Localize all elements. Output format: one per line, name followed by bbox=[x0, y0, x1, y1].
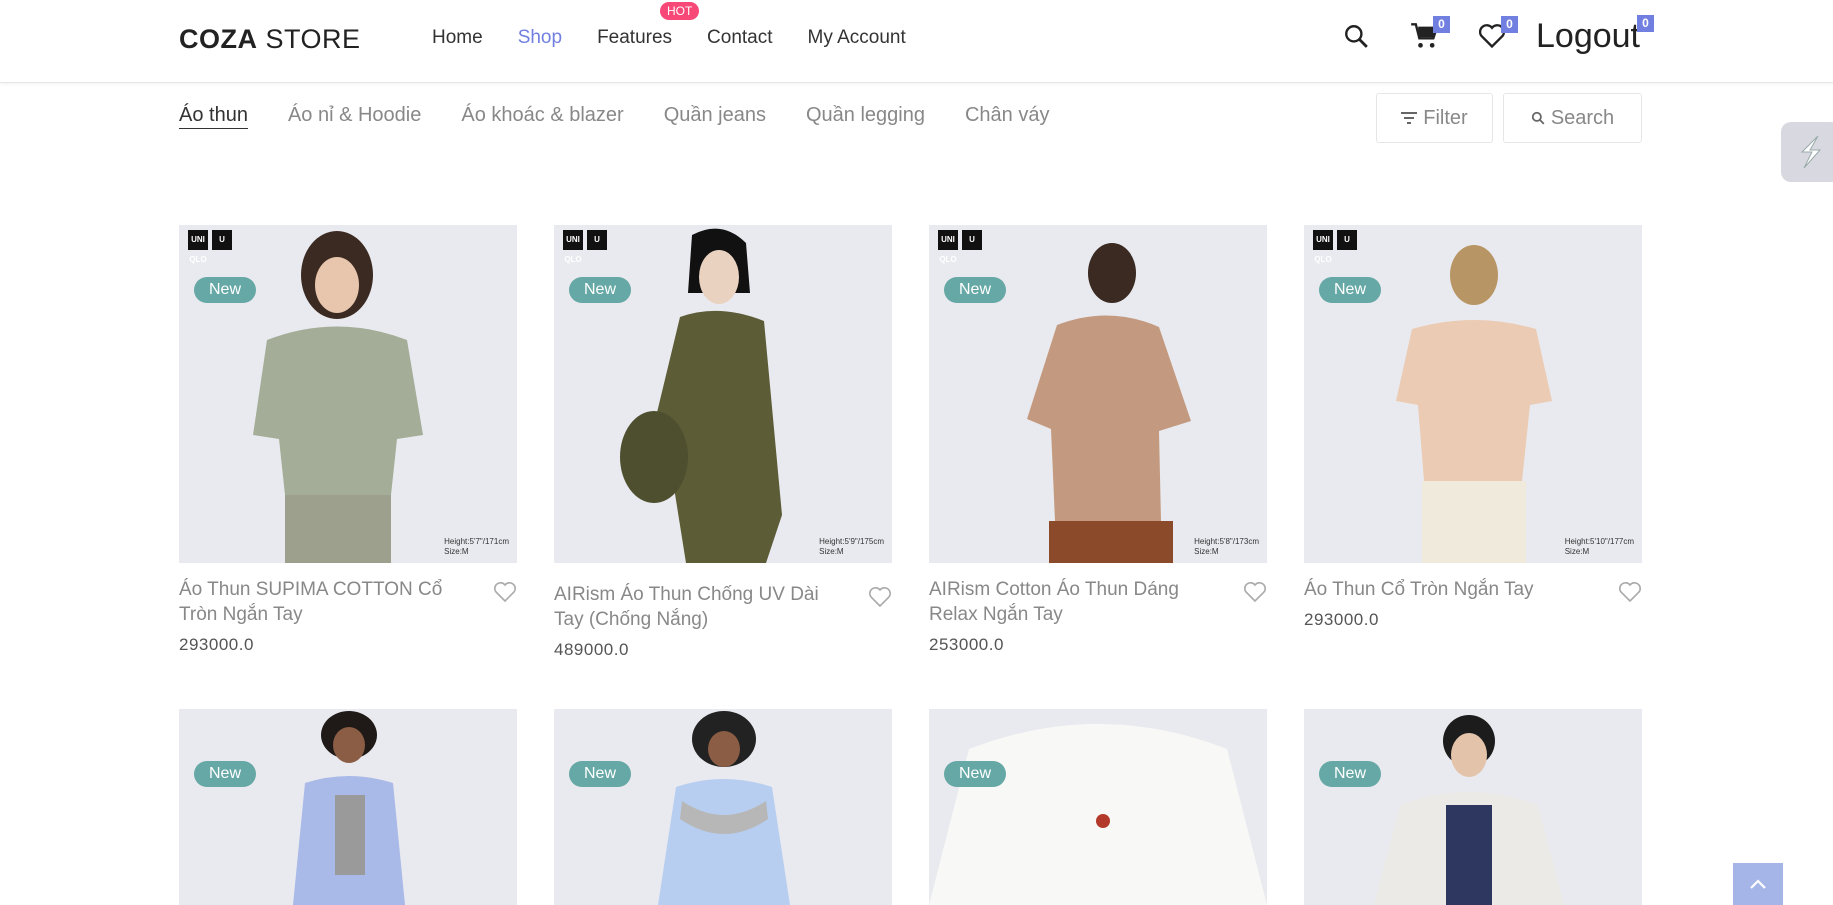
new-badge: New bbox=[194, 277, 257, 303]
heart-icon[interactable] bbox=[493, 581, 517, 603]
new-badge: New bbox=[944, 277, 1007, 303]
heart-icon[interactable] bbox=[1243, 581, 1267, 603]
new-badge: New bbox=[1319, 277, 1382, 303]
model-figure bbox=[1027, 243, 1191, 563]
product-image[interactable]: UNI QLO U New Height:5'10"/177cm Size:M bbox=[1304, 225, 1642, 563]
brand-logo: UNI QLO U bbox=[188, 230, 232, 264]
product-card[interactable]: New bbox=[179, 709, 517, 905]
tab-chan-vay[interactable]: Chân váy bbox=[965, 104, 1050, 129]
model-figure bbox=[293, 711, 405, 905]
search-toggle-button[interactable]: Search bbox=[1503, 93, 1642, 143]
model-figure bbox=[1374, 715, 1564, 905]
new-badge: New bbox=[194, 761, 257, 787]
model-figure bbox=[253, 231, 423, 563]
header-icons: 0 0 Logout 0 bbox=[1322, 14, 1654, 56]
model-info: Height:5'8"/173cm Size:M bbox=[1194, 537, 1259, 556]
hot-badge: HOT bbox=[660, 2, 700, 20]
brand-logo: UNI QLO U bbox=[938, 230, 982, 264]
tab-ao-thun[interactable]: Áo thun bbox=[179, 104, 248, 129]
logout-link[interactable]: Logout 0 bbox=[1536, 14, 1654, 56]
nav-my-account[interactable]: My Account bbox=[808, 27, 906, 49]
cart-button[interactable]: 0 bbox=[1390, 16, 1458, 56]
product-name[interactable]: Áo Thun Cổ Tròn Ngắn Tay bbox=[1304, 577, 1642, 603]
cart-count: 0 bbox=[1433, 16, 1450, 33]
search-icon bbox=[1531, 111, 1545, 125]
product-price: 293000.0 bbox=[179, 635, 254, 654]
product-image[interactable]: New bbox=[1304, 709, 1642, 905]
new-badge: New bbox=[944, 761, 1007, 787]
model-figure bbox=[1396, 245, 1552, 563]
tab-quan-legging[interactable]: Quần legging bbox=[806, 104, 925, 129]
product-image[interactable]: New bbox=[929, 709, 1267, 905]
wishlist-button[interactable]: 0 bbox=[1458, 16, 1526, 56]
model-info: Height:5'9"/175cm Size:M bbox=[819, 537, 884, 556]
heart-icon[interactable] bbox=[868, 586, 892, 608]
product-card[interactable]: New bbox=[554, 709, 892, 905]
nav-features[interactable]: Features bbox=[597, 27, 672, 49]
new-badge: New bbox=[1319, 761, 1382, 787]
model-figure bbox=[658, 711, 790, 905]
header: COZA STORE Home Shop Features Contact My… bbox=[0, 0, 1833, 83]
product-image[interactable]: UNI QLO U New Height:5'9"/175cm Size:M bbox=[554, 225, 892, 563]
scroll-to-top-button[interactable] bbox=[1733, 863, 1783, 905]
garment-figure bbox=[929, 724, 1267, 905]
product-price: 293000.0 bbox=[1304, 610, 1379, 629]
product-price: 253000.0 bbox=[929, 635, 1004, 654]
product-price: 489000.0 bbox=[554, 640, 629, 659]
nav-home[interactable]: Home bbox=[432, 27, 483, 49]
category-tabs: Áo thun Áo nỉ & Hoodie Áo khoác & blazer… bbox=[179, 104, 1049, 129]
product-name[interactable]: AIRism Cotton Áo Thun Dáng Relax Ngắn Ta… bbox=[929, 577, 1267, 627]
new-badge: New bbox=[569, 277, 632, 303]
floating-tool-button[interactable] bbox=[1781, 122, 1833, 182]
new-badge: New bbox=[569, 761, 632, 787]
nav-shop[interactable]: Shop bbox=[518, 27, 562, 49]
product-card[interactable]: New bbox=[1304, 709, 1642, 905]
tab-ao-khoac-blazer[interactable]: Áo khoác & blazer bbox=[461, 104, 623, 129]
model-figure bbox=[620, 228, 782, 563]
product-image[interactable]: UNI QLO U New Height:5'7"/171cm Size:M bbox=[179, 225, 517, 563]
product-name[interactable]: Áo Thun SUPIMA COTTON Cổ Tròn Ngắn Tay bbox=[179, 577, 517, 627]
product-image[interactable]: UNI QLO U New Height:5'8"/173cm Size:M bbox=[929, 225, 1267, 563]
logout-count: 0 bbox=[1637, 14, 1654, 32]
product-card[interactable]: New bbox=[929, 709, 1267, 905]
search-button[interactable] bbox=[1322, 16, 1390, 56]
wishlist-count: 0 bbox=[1501, 16, 1518, 33]
product-card[interactable]: UNI QLO U New Height:5'9"/175cm Size:M AIR… bbox=[554, 225, 892, 660]
filter-button[interactable]: Filter bbox=[1376, 93, 1493, 143]
product-image[interactable]: New bbox=[179, 709, 517, 905]
tab-quan-jeans[interactable]: Quần jeans bbox=[664, 104, 766, 129]
chevron-up-icon bbox=[1750, 879, 1766, 889]
heart-icon[interactable] bbox=[1618, 581, 1642, 603]
model-info: Height:5'7"/171cm Size:M bbox=[444, 537, 509, 556]
search-icon bbox=[1345, 25, 1368, 48]
product-card[interactable]: UNI QLO U New Height:5'7"/171cm Size:M Áo … bbox=[179, 225, 517, 655]
brand-logo: UNI QLO U bbox=[563, 230, 607, 264]
product-card[interactable]: UNI QLO U New Height:5'8"/173cm Size:M AIR… bbox=[929, 225, 1267, 655]
product-card[interactable]: UNI QLO U New Height:5'10"/177cm Size:M Áo… bbox=[1304, 225, 1642, 630]
brand-logo: UNI QLO U bbox=[1313, 230, 1357, 264]
tab-ao-ni-hoodie[interactable]: Áo nỉ & Hoodie bbox=[288, 104, 421, 129]
product-name[interactable]: AIRism Áo Thun Chống UV Dài Tay (Chống N… bbox=[554, 582, 892, 632]
product-image[interactable]: New bbox=[554, 709, 892, 905]
nav-contact[interactable]: Contact bbox=[707, 27, 772, 49]
lightning-icon bbox=[1800, 135, 1822, 169]
model-info: Height:5'10"/177cm Size:M bbox=[1564, 537, 1634, 556]
filter-icon bbox=[1401, 112, 1418, 124]
store-logo[interactable]: COZA STORE bbox=[179, 24, 361, 55]
main-nav: Home Shop Features Contact My Account bbox=[432, 27, 906, 49]
